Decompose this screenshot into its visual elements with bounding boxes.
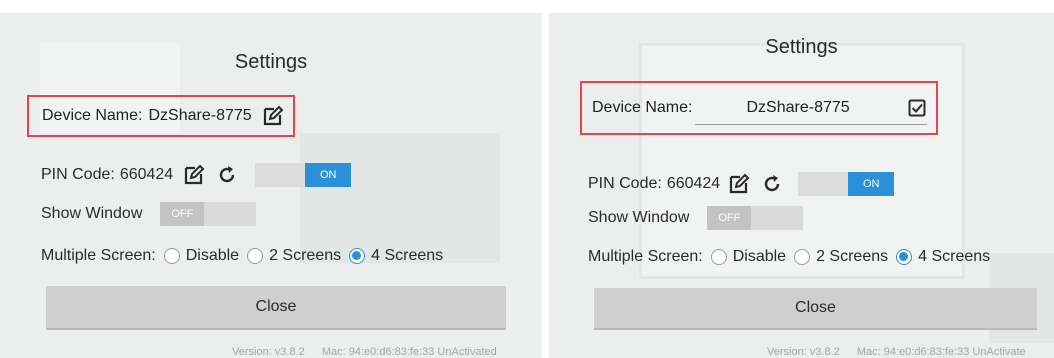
background-decoration	[639, 43, 965, 279]
edit-icon[interactable]	[262, 105, 284, 127]
pin-label: PIN Code:	[588, 175, 662, 192]
device-name-input-underline	[695, 124, 927, 125]
toggle-on-label: ON	[305, 163, 352, 187]
multiple-screen-row: Multiple Screen: Disable 2 Screens 4 Scr…	[41, 247, 443, 265]
mac-text: Mac: 94:e0:d6:83:fe:33 UnActivate	[856, 346, 1026, 358]
device-name-label: Device Name:	[592, 99, 693, 116]
mac-text: Mac: 94:e0:d6:83:fe:33 UnActivated	[321, 346, 497, 358]
pin-row: PIN Code: 660424 ON	[588, 172, 895, 196]
device-name-value: DzShare-8775	[148, 107, 252, 124]
multiple-screen-label: Multiple Screen:	[41, 247, 156, 264]
settings-dialog-left: Settings Device Name: DzShare-8775 PIN C…	[0, 13, 542, 358]
pin-value: 660424	[666, 175, 721, 192]
radio-disable-label: Disable	[185, 247, 240, 264]
toggle-on-label: ON	[848, 172, 895, 196]
radio-4-screens-label: 4 Screens	[918, 248, 991, 265]
radio-2-screens-label: 2 Screens	[816, 248, 889, 265]
radio-2-screens-label: 2 Screens	[269, 247, 342, 264]
pin-toggle[interactable]: ON	[798, 172, 895, 196]
show-window-label: Show Window	[588, 209, 690, 226]
footer-info: Version: v3.8.2 Mac: 94:e0:d6:83:fe:33 U…	[232, 346, 497, 358]
radio-4-screens[interactable]	[349, 248, 366, 264]
pin-row: PIN Code: 660424 ON	[41, 163, 352, 187]
background-decoration	[300, 133, 500, 263]
radio-4-screens[interactable]	[896, 249, 913, 265]
version-text: Version: v3.8.2	[232, 346, 305, 358]
radio-disable[interactable]	[163, 248, 180, 264]
show-window-label: Show Window	[41, 205, 143, 222]
version-text: Version: v3.8.2	[767, 346, 840, 358]
device-name-highlight: Device Name: DzShare-8775	[27, 95, 295, 137]
radio-disable[interactable]	[710, 249, 727, 265]
footer-info: Version: v3.8.2 Mac: 94:e0:d6:83:fe:33 U…	[767, 346, 1026, 358]
device-name-highlight: Device Name: DzShare-8775	[580, 81, 938, 135]
toggle-off-label: OFF	[707, 206, 752, 230]
show-window-row: Show Window OFF	[41, 202, 257, 226]
refresh-icon[interactable]	[762, 174, 782, 194]
settings-dialog-right: Settings Device Name: DzShare-8775 PIN C…	[549, 13, 1054, 358]
edit-icon[interactable]	[183, 164, 205, 186]
pin-label: PIN Code:	[41, 166, 115, 183]
radio-4-screens-label: 4 Screens	[371, 247, 444, 264]
show-window-toggle[interactable]: OFF	[707, 206, 804, 230]
toggle-off-label: OFF	[160, 202, 205, 226]
multiple-screen-label: Multiple Screen:	[588, 248, 703, 265]
radio-2-screens[interactable]	[794, 249, 811, 265]
close-button[interactable]: Close	[46, 286, 506, 330]
edit-icon[interactable]	[728, 173, 750, 195]
device-name-value: DzShare-8775	[746, 99, 850, 116]
refresh-icon[interactable]	[217, 165, 237, 185]
show-window-row: Show Window OFF	[588, 206, 804, 230]
close-button[interactable]: Close	[594, 288, 1037, 330]
radio-disable-label: Disable	[732, 248, 787, 265]
dialog-title: Settings	[765, 36, 838, 58]
radio-2-screens[interactable]	[247, 248, 264, 264]
multiple-screen-row: Multiple Screen: Disable 2 Screens 4 Scr…	[588, 248, 990, 266]
show-window-toggle[interactable]: OFF	[160, 202, 257, 226]
dialog-title: Settings	[234, 51, 308, 73]
pin-value: 660424	[119, 166, 174, 183]
checkbox-checked-icon[interactable]	[908, 99, 926, 117]
device-name-label: Device Name:	[42, 107, 143, 124]
pin-toggle[interactable]: ON	[255, 163, 352, 187]
